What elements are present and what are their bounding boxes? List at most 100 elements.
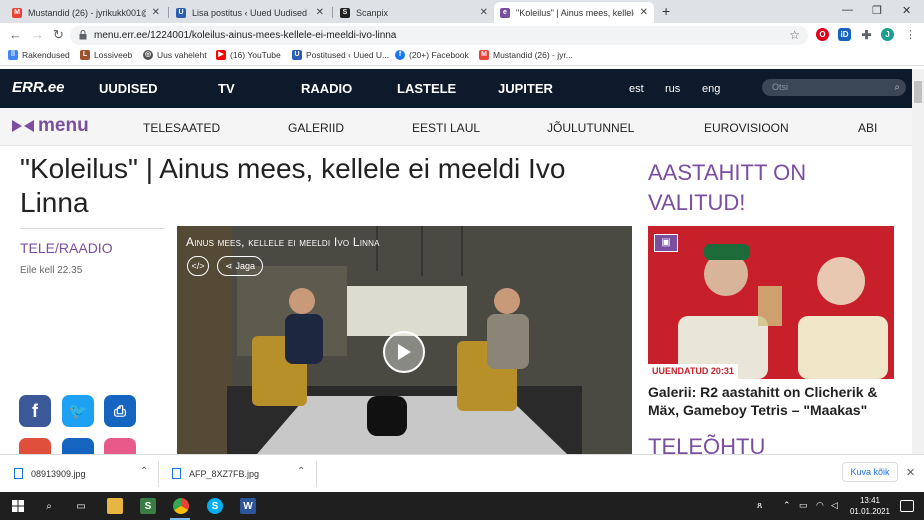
tab-scanpix[interactable]: S Scanpix ✕ <box>334 2 494 23</box>
nav-jupiter[interactable]: JUPITER <box>498 81 553 96</box>
back-icon[interactable]: ← <box>9 27 22 42</box>
window-close-button[interactable]: ✕ <box>902 4 911 17</box>
word-icon[interactable]: W <box>240 498 256 514</box>
search-icon[interactable]: ⌕ <box>894 79 900 96</box>
messenger-share-icon[interactable] <box>62 438 94 454</box>
article-category[interactable]: TELE/RAADIO <box>20 240 113 256</box>
globe-icon: ◎ <box>143 50 153 60</box>
menu-telesaated[interactable]: TELESAATED <box>143 121 220 135</box>
battery-icon[interactable]: ▭ <box>799 500 808 511</box>
taskbar: ⌕ ▭ S S W ጸ ⌃ ▭ ◠ ◁ <box>0 492 924 520</box>
play-button[interactable] <box>383 331 425 373</box>
reload-icon[interactable]: ↻ <box>53 27 64 43</box>
nav-tv[interactable]: TV <box>218 81 235 96</box>
close-icon[interactable]: ✕ <box>152 7 160 18</box>
lang-rus[interactable]: rus <box>665 83 680 95</box>
menu-eesti-laul[interactable]: EESTI LAUL <box>412 121 480 135</box>
download-item[interactable]: AFP_8XZ7FB.jpg <box>172 468 259 479</box>
avatar[interactable]: J <box>881 28 894 41</box>
facebook-share-icon[interactable]: f <box>19 395 51 427</box>
maximize-button[interactable]: ❐ <box>872 4 882 17</box>
email-share-icon[interactable] <box>19 438 51 454</box>
bookmark-apps[interactable]: ⠿ Rakendused <box>8 50 70 60</box>
updated-badge: UUENDATUD 20:31 <box>648 364 738 379</box>
youtube-icon: ▶ <box>216 50 226 60</box>
bookmark-youtube[interactable]: ▶ (16) YouTube <box>216 50 281 60</box>
menu-abi[interactable]: ABI <box>858 121 877 135</box>
menu-eurovisioon[interactable]: EUROVISIOON <box>704 121 789 135</box>
print-icon[interactable]: ⎙ <box>104 395 136 427</box>
scrollbar-thumb[interactable] <box>914 81 922 103</box>
file-icon <box>172 468 181 479</box>
like-icon[interactable] <box>104 438 136 454</box>
minimize-button[interactable]: — <box>842 4 853 16</box>
chevron-up-icon[interactable]: ⌃ <box>297 466 305 477</box>
err-icon: e <box>500 7 510 18</box>
nav-uudised[interactable]: UUDISED <box>99 81 158 96</box>
lang-est[interactable]: est <box>629 83 644 95</box>
gmail-icon: M <box>12 7 22 18</box>
article-title: "Koleilus" | Ainus mees, kellele ei meel… <box>20 153 566 218</box>
bookmark-gmail[interactable]: M Mustandid (26) - jyr... <box>479 50 573 60</box>
bookmark-lossiveeb[interactable]: L Lossiveeb <box>80 50 132 60</box>
skype-icon[interactable]: S <box>207 498 223 514</box>
share-button[interactable]: ⋖ Jaga <box>217 256 263 276</box>
tab-gmail[interactable]: M Mustandid (26) - jyrikukk001@gr ✕ <box>6 2 166 23</box>
new-tab-button[interactable]: + <box>662 3 670 19</box>
notification-icon[interactable] <box>900 500 914 512</box>
bookmark-postitused[interactable]: U Postitused ‹ Uued U... <box>292 50 389 60</box>
tab-lisa-postitus[interactable]: U Lisa postitus ‹ Uued Uudised — W ✕ <box>170 2 330 23</box>
scrollbar[interactable] <box>912 69 924 454</box>
search-input[interactable]: Otsi ⌕ <box>762 79 906 96</box>
close-icon[interactable]: ✕ <box>906 466 915 479</box>
divider <box>158 461 159 487</box>
chevron-up-icon[interactable]: ⌃ <box>140 466 148 477</box>
menu-logo-icon <box>12 120 34 132</box>
chrome-icon[interactable] <box>173 498 189 514</box>
file-explorer-icon[interactable] <box>107 498 123 514</box>
people-icon[interactable]: ጸ <box>757 500 762 511</box>
close-icon[interactable]: ✕ <box>640 7 648 18</box>
menu-logo[interactable]: menu <box>10 115 89 137</box>
address-bar[interactable]: menu.err.ee/1224001/koleilus-ainus-mees-… <box>70 26 808 45</box>
show-all-button[interactable]: Kuva kõik <box>842 462 898 482</box>
gallery-icon: ▣ <box>654 234 678 252</box>
bookmark-facebook[interactable]: f (20+) Facebook <box>395 50 469 60</box>
scanpix-app-icon[interactable]: S <box>140 498 156 514</box>
sidebar-caption[interactable]: Galerii: R2 aastahitt on Clicherik & Mäx… <box>648 383 898 419</box>
chevron-up-icon[interactable]: ⌃ <box>783 500 791 511</box>
menu-galeriid[interactable]: GALERIID <box>288 121 344 135</box>
twitter-share-icon[interactable]: 🐦 <box>62 395 94 427</box>
download-item[interactable]: 08913909.jpg <box>14 468 86 479</box>
puzzle-icon[interactable]: ✚ <box>860 28 873 42</box>
windows-start-icon[interactable] <box>10 498 26 514</box>
gmail-icon: M <box>479 50 489 60</box>
blog-icon: U <box>292 50 302 60</box>
id-extension-icon[interactable]: iD <box>838 28 851 41</box>
wifi-icon[interactable]: ◠ <box>816 500 824 511</box>
tab-strip: M Mustandid (26) - jyrikukk001@gr ✕ U Li… <box>0 0 924 23</box>
close-icon[interactable]: ✕ <box>316 7 324 18</box>
divider <box>316 461 317 487</box>
nav-raadio[interactable]: RAADIO <box>301 81 352 96</box>
opera-icon[interactable]: O <box>816 28 829 41</box>
err-logo[interactable]: ERR.ee <box>12 79 65 96</box>
volume-icon[interactable]: ◁ <box>831 500 838 511</box>
menu-joulutunnel[interactable]: JÕULUTUNNEL <box>547 121 634 135</box>
lang-eng[interactable]: eng <box>702 83 720 95</box>
lossiveeb-icon: L <box>80 50 90 60</box>
tab-koleilus[interactable]: e "Koleilus" | Ainus mees, kellele ei ✕ <box>494 2 654 23</box>
search-icon[interactable]: ⌕ <box>41 498 57 514</box>
star-icon[interactable]: ☆ <box>789 28 800 42</box>
forward-icon[interactable]: → <box>31 27 44 42</box>
sidebar-heading[interactable]: AASTAHITT ON VALITUD! <box>648 158 878 218</box>
sidebar-image[interactable]: ▣ <box>648 226 894 379</box>
gallery-photo <box>648 226 894 379</box>
close-icon[interactable]: ✕ <box>480 7 488 18</box>
task-view-icon[interactable]: ▭ <box>73 498 89 514</box>
taskbar-clock[interactable]: 13:41 01.01.2021 <box>848 495 892 517</box>
nav-lastele[interactable]: LASTELE <box>397 81 456 96</box>
embed-icon[interactable]: </> <box>187 256 209 276</box>
menu-kebab-icon[interactable]: ⋮ <box>905 28 916 41</box>
bookmark-new-tab[interactable]: ◎ Uus vaheleht <box>143 50 207 60</box>
